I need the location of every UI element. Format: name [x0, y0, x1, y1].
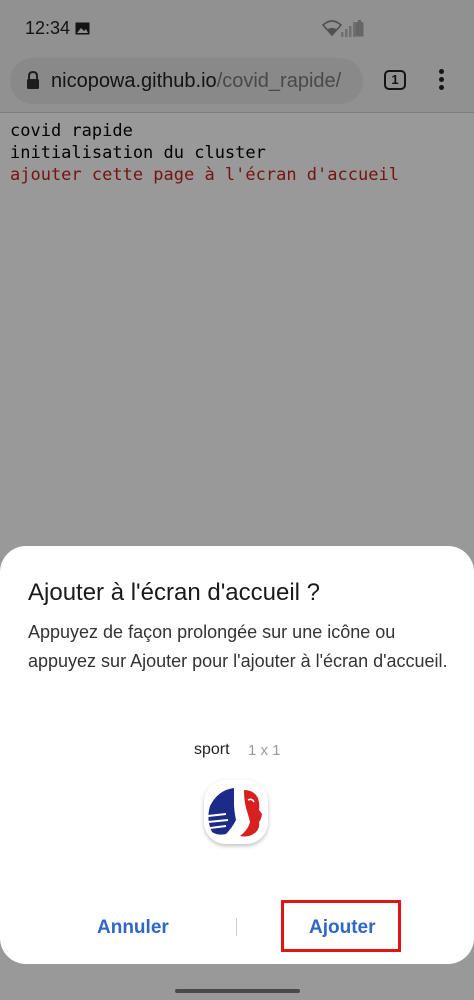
cancel-button[interactable]: Annuler	[97, 917, 169, 939]
button-divider	[236, 918, 237, 936]
gesture-bar	[0, 978, 474, 1000]
widget-name: sport	[194, 741, 230, 758]
widget-size: 1 x 1	[248, 742, 281, 759]
marianne-logo-icon	[204, 780, 268, 844]
add-button[interactable]: Ajouter	[309, 917, 376, 939]
home-indicator[interactable]	[175, 989, 300, 993]
app-icon[interactable]	[204, 780, 268, 844]
dialog-title: Ajouter à l'écran d'accueil ?	[28, 579, 320, 606]
add-to-home-dialog: Ajouter à l'écran d'accueil ? Appuyez de…	[0, 546, 474, 964]
dialog-body: Appuyez de façon prolongée sur une icône…	[28, 622, 448, 671]
